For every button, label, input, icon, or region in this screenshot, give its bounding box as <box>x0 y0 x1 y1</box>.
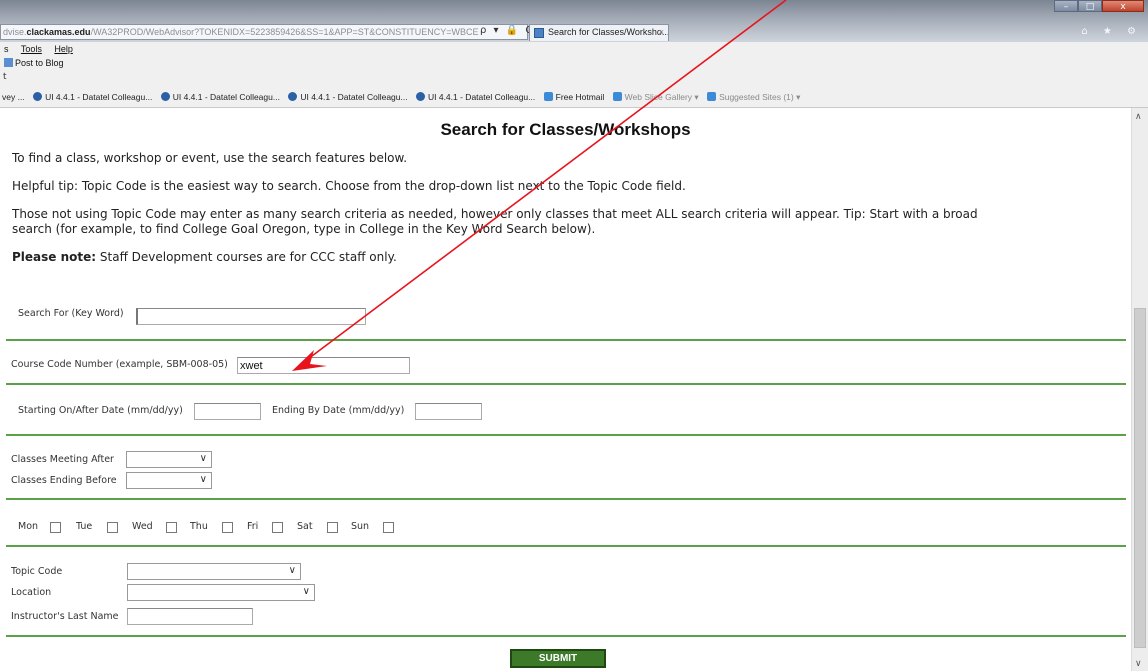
submit-button[interactable]: SUBMIT <box>510 649 606 668</box>
intro-text: To find a class, workshop or event, use … <box>12 151 408 165</box>
topic-code-label: Topic Code <box>11 566 63 577</box>
location-select[interactable]: ∨ <box>127 584 315 601</box>
ie-page-icon <box>612 92 622 101</box>
favorite-item-web-slice-gallery[interactable]: Web Slice Gallery ▾ <box>612 92 699 102</box>
location-label: Location <box>11 587 52 598</box>
browser-home-favorites-settings-icons[interactable]: ⌂ ★ ⚙ <box>1081 26 1142 37</box>
criteria-text-line-2: search (for example, to find College Goa… <box>12 222 596 236</box>
minimize-button[interactable]: – <box>1054 0 1078 12</box>
end-date-label: Ending By Date (mm/dd/yy) <box>272 405 405 416</box>
address-host: clackamas.edu <box>26 27 91 37</box>
menu-item-help[interactable]: Help <box>54 44 73 54</box>
course-code-label: Course Code Number (example, SBM-008-05) <box>11 359 228 370</box>
instructor-last-name-input[interactable] <box>127 608 253 625</box>
tab-close-icon[interactable]: × <box>659 25 664 40</box>
chevron-down-icon: ∨ <box>302 586 310 597</box>
meeting-after-select[interactable]: ∨ <box>126 451 212 468</box>
favorites-bar: vey ... UI 4.4.1 - Datatel Colleagu... U… <box>0 88 1148 108</box>
topic-code-select[interactable]: ∨ <box>127 563 301 580</box>
checkbox-sat[interactable] <box>327 522 338 533</box>
address-bar-icons[interactable]: ρ ▾ 🔒 C <box>480 25 534 36</box>
helpful-tip-text: Helpful tip: Topic Code is the easiest w… <box>12 179 686 193</box>
divider <box>6 635 1126 637</box>
favorite-item[interactable]: UI 4.4.1 - Datatel Colleagu... <box>33 92 152 102</box>
checkbox-fri[interactable] <box>272 522 283 533</box>
checkbox-tue[interactable] <box>107 522 118 533</box>
checkbox-thu[interactable] <box>222 522 233 533</box>
instructor-label: Instructor's Last Name <box>11 611 119 622</box>
page-title: Search for Classes/Workshops <box>440 120 691 139</box>
blog-icon <box>4 58 13 67</box>
scroll-thumb[interactable] <box>1134 308 1146 648</box>
maximize-button[interactable]: □ <box>1078 0 1102 12</box>
tab-search-classes[interactable]: Search for Classes/Worksho... × <box>529 24 669 41</box>
menu-bar: s Tools Help <box>0 42 1148 56</box>
end-date-input[interactable] <box>415 403 482 420</box>
page-favicon-icon <box>534 28 544 38</box>
start-date-input[interactable] <box>194 403 261 420</box>
favorite-item[interactable]: UI 4.4.1 - Datatel Colleagu... <box>160 92 280 102</box>
staff-note: Please note: Staff Development courses a… <box>12 250 1112 265</box>
divider <box>6 545 1126 547</box>
favorite-item-hotmail[interactable]: Free Hotmail <box>543 92 604 102</box>
close-window-button[interactable]: x <box>1102 0 1144 12</box>
day-label-sat: Sat <box>297 521 313 532</box>
day-label-mon: Mon <box>18 521 39 532</box>
datatel-icon <box>33 92 43 101</box>
day-label-sun: Sun <box>351 521 370 532</box>
divider <box>6 383 1126 385</box>
menu-item-partial[interactable]: s <box>4 44 9 54</box>
toolbar-row: t <box>0 70 1148 88</box>
day-label-wed: Wed <box>132 521 153 532</box>
divider <box>6 434 1126 436</box>
ending-before-select[interactable]: ∨ <box>126 472 212 489</box>
ie-page-icon <box>543 92 553 101</box>
day-label-fri: Fri <box>247 521 259 532</box>
note-label: Please note: <box>12 250 97 264</box>
checkbox-mon[interactable] <box>50 522 61 533</box>
command-bar: Post to Blog <box>0 56 1148 70</box>
scroll-up-icon[interactable]: ∧ <box>1135 112 1142 122</box>
day-label-thu: Thu <box>190 521 208 532</box>
course-code-input[interactable] <box>237 357 410 374</box>
datatel-icon <box>288 92 298 101</box>
ending-before-label: Classes Ending Before <box>11 475 117 486</box>
chevron-down-icon: ∨ <box>288 565 296 576</box>
vertical-scrollbar[interactable]: ∧ ∨ <box>1131 108 1148 671</box>
keyword-search-input[interactable] <box>136 308 366 325</box>
day-label-tue: Tue <box>76 521 93 532</box>
address-prefix: dvise. <box>3 27 27 37</box>
post-to-blog-button[interactable]: Post to Blog <box>15 58 64 68</box>
favorite-item-suggested-sites[interactable]: Suggested Sites (1) ▾ <box>707 92 800 102</box>
favorite-item[interactable]: vey ... <box>2 92 25 102</box>
favorite-item[interactable]: UI 4.4.1 - Datatel Colleagu... <box>415 92 535 102</box>
note-text: Staff Development courses are for CCC st… <box>96 250 397 264</box>
checkbox-sun[interactable] <box>383 522 394 533</box>
address-path: /WA32PROD/WebAdvisor?TOKENIDX=5223859426… <box>90 27 479 37</box>
divider <box>6 339 1126 341</box>
window-controls: – □ x <box>1054 0 1144 12</box>
criteria-text-line-1: Those not using Topic Code may enter as … <box>12 207 978 221</box>
scroll-down-icon[interactable]: ∨ <box>1135 659 1142 669</box>
chevron-down-icon: ∨ <box>199 474 207 485</box>
tab-title: Search for Classes/Worksho... <box>548 27 669 37</box>
keyword-label: Search For (Key Word) <box>18 308 124 319</box>
page-content: Search for Classes/Workshops To find a c… <box>0 108 1131 671</box>
divider <box>6 498 1126 500</box>
datatel-icon <box>160 92 170 101</box>
datatel-icon <box>415 92 425 101</box>
meeting-after-label: Classes Meeting After <box>11 454 114 465</box>
chevron-down-icon: ∨ <box>199 453 207 464</box>
address-bar[interactable]: dvise.clackamas.edu/WA32PROD/WebAdvisor?… <box>0 24 528 40</box>
ie-page-icon <box>707 92 717 101</box>
menu-item-tools[interactable]: Tools <box>21 44 42 54</box>
start-date-label: Starting On/After Date (mm/dd/yy) <box>18 405 183 416</box>
checkbox-wed[interactable] <box>166 522 177 533</box>
favorite-item[interactable]: UI 4.4.1 - Datatel Colleagu... <box>288 92 408 102</box>
